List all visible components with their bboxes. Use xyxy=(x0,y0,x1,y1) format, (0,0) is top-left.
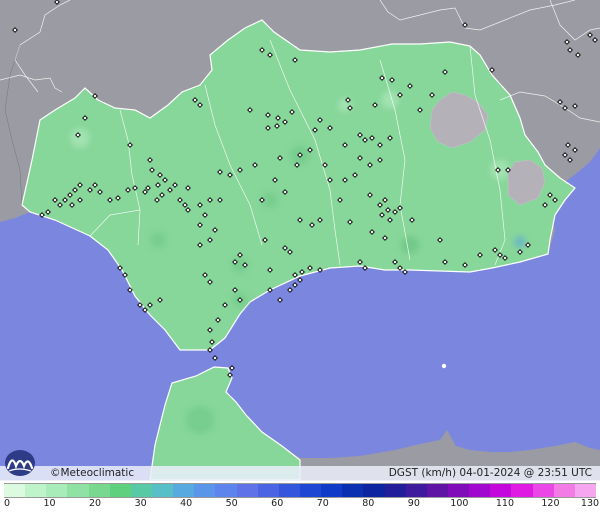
alboran-island xyxy=(441,363,447,369)
color-scale-label: 50 xyxy=(225,498,238,509)
color-scale-segment xyxy=(25,484,47,497)
color-scale-segment xyxy=(553,484,575,497)
wind-gust-map xyxy=(0,0,600,480)
color-scale-label: 70 xyxy=(316,498,329,509)
color-scale-label: 130 xyxy=(580,498,600,509)
color-scale-segment xyxy=(469,484,491,497)
color-scale-label: 10 xyxy=(43,498,56,509)
map-caption: DGST (km/h) 04-01-2024 @ 23:51 UTC xyxy=(388,467,592,479)
color-scale-segment xyxy=(4,484,26,497)
color-scale-label: 20 xyxy=(89,498,102,509)
color-scale-segment xyxy=(447,484,470,497)
color-scale-segment xyxy=(321,484,343,497)
color-scale-segment xyxy=(426,484,448,497)
color-scale-bar xyxy=(4,483,596,498)
color-scale-label: 120 xyxy=(541,498,560,509)
color-scale-label: 90 xyxy=(407,498,420,509)
color-scale-segment xyxy=(173,484,195,497)
color-scale-segment xyxy=(278,484,300,497)
brand-label: ©Meteoclimatic xyxy=(50,467,135,479)
color-scale-label: 80 xyxy=(362,498,375,509)
color-scale-label: 0 xyxy=(3,498,11,509)
color-scale-labels: 0 10 20 30 40 50 60 70 80 90 100 110 120 130 xyxy=(3,498,600,512)
color-scale-segment xyxy=(532,484,554,497)
color-scale-segment xyxy=(574,484,596,497)
color-scale-segment xyxy=(88,484,110,497)
color-scale-segment xyxy=(363,484,385,497)
color-scale-segment xyxy=(405,484,427,497)
color-scale-segment xyxy=(67,484,89,497)
meteoclimatic-logo xyxy=(5,450,35,476)
color-scale-segment xyxy=(384,484,406,497)
color-scale-label: 60 xyxy=(271,498,284,509)
color-scale-segment xyxy=(46,484,68,497)
color-scale-segment xyxy=(236,484,258,497)
color-scale-label: 110 xyxy=(495,498,514,509)
color-scale-label: 40 xyxy=(180,498,193,509)
color-scale-segment xyxy=(299,484,322,497)
color-scale-segment xyxy=(109,484,131,497)
color-scale-segment xyxy=(151,484,174,497)
color-scale-segment xyxy=(130,484,152,497)
color-scale-segment xyxy=(511,484,533,497)
color-scale-segment xyxy=(342,484,364,497)
color-scale-segment xyxy=(194,484,216,497)
color-scale-legend: 0 10 20 30 40 50 60 70 80 90 100 110 120 130 xyxy=(0,481,600,517)
color-scale-segment xyxy=(257,484,279,497)
color-scale-segment xyxy=(490,484,512,497)
color-scale-label: 100 xyxy=(450,498,469,509)
color-scale-label: 30 xyxy=(134,498,147,509)
map-view: ©Meteoclimatic DGST (km/h) 04-01-2024 @ … xyxy=(0,0,600,517)
color-scale-segment xyxy=(215,484,237,497)
